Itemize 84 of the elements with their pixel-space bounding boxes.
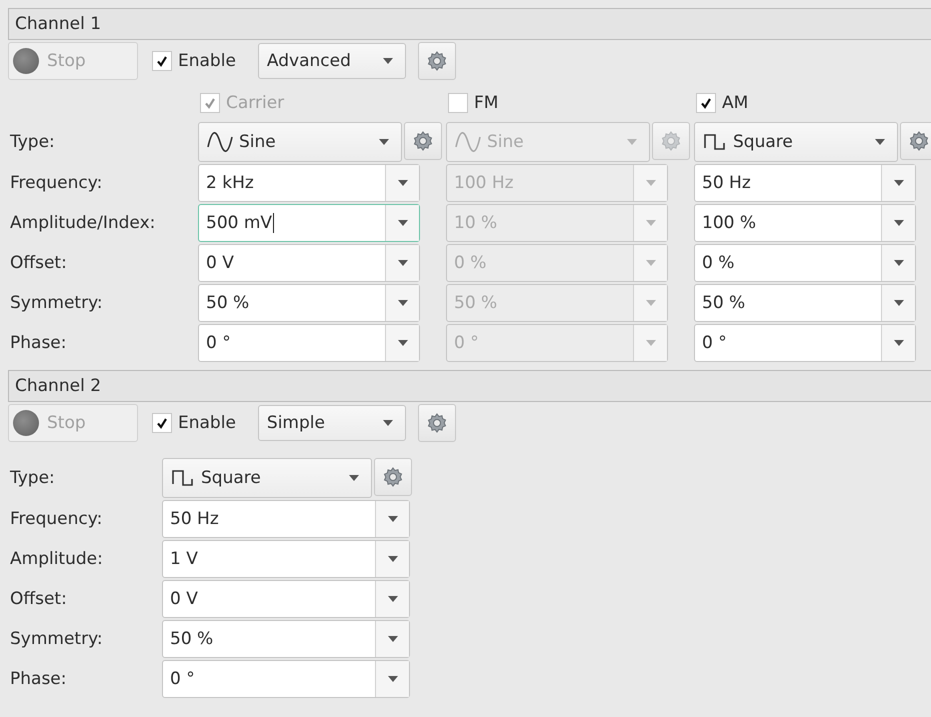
caret-icon — [875, 139, 885, 145]
channel-title: Channel 2 — [8, 370, 931, 402]
caret-icon — [646, 260, 656, 266]
field-label: Offset: — [9, 588, 68, 611]
gear-icon — [383, 467, 403, 487]
channel-title: Channel 1 — [8, 8, 931, 40]
caret-icon — [388, 556, 398, 562]
field-label: Frequency: — [9, 508, 104, 531]
check-icon — [700, 97, 712, 109]
value-combobox[interactable]: 50 % — [694, 284, 916, 322]
settings-button[interactable] — [418, 42, 456, 80]
field-label: Symmetry: — [9, 292, 104, 315]
value-combobox[interactable]: 50 Hz — [694, 164, 916, 202]
caret-icon — [388, 596, 398, 602]
settings-button[interactable] — [404, 122, 442, 160]
field-label: Offset: — [9, 252, 68, 275]
stop-icon — [13, 410, 39, 436]
field-label: Symmetry: — [9, 628, 104, 651]
caret-icon — [646, 220, 656, 226]
gear-icon — [909, 131, 929, 151]
value-combobox[interactable]: 0 % — [694, 244, 916, 282]
caret-icon — [894, 340, 904, 346]
caret-icon — [398, 300, 408, 306]
caret-icon — [398, 220, 408, 226]
stop-icon — [13, 48, 39, 74]
mode-dropdown[interactable]: Simple — [258, 405, 406, 441]
value-combobox[interactable]: 0 ° — [694, 324, 916, 362]
check-icon — [156, 417, 168, 429]
caret-icon — [379, 139, 389, 145]
settings-button[interactable] — [374, 458, 412, 496]
value-combobox[interactable]: 100 % — [694, 204, 916, 242]
check-icon — [156, 55, 168, 67]
caret-icon — [894, 300, 904, 306]
caret-icon — [894, 220, 904, 226]
enable-checkbox[interactable]: Enable — [150, 51, 238, 71]
value-combobox[interactable]: 0 V — [162, 580, 410, 618]
gear-icon — [661, 131, 681, 151]
value-combobox[interactable]: 50 Hz — [162, 500, 410, 538]
type-dropdown[interactable]: Square — [694, 122, 898, 162]
caret-icon — [398, 340, 408, 346]
square-wave-icon — [703, 132, 727, 152]
caret-icon — [398, 260, 408, 266]
field-label: Phase: — [9, 668, 68, 691]
field-label: Frequency: — [9, 172, 104, 195]
caret-icon — [388, 636, 398, 642]
caret-icon — [894, 260, 904, 266]
caret-icon — [349, 475, 359, 481]
value-combobox[interactable]: 500 mV — [198, 204, 420, 242]
caret-icon — [382, 58, 393, 64]
type-dropdown[interactable]: Sine — [198, 122, 402, 162]
value-combobox[interactable]: 0 ° — [162, 660, 410, 698]
column-checkbox[interactable]: AM — [694, 93, 750, 113]
field-label: Amplitude/Index: — [9, 212, 156, 235]
caret-icon — [646, 300, 656, 306]
field-label: Type: — [9, 131, 56, 154]
caret-icon — [398, 180, 408, 186]
caret-icon — [382, 420, 393, 426]
type-dropdown[interactable]: Square — [162, 458, 372, 498]
value-combobox[interactable]: 50 % — [162, 620, 410, 658]
settings-button[interactable] — [900, 122, 931, 160]
square-wave-icon — [171, 468, 195, 488]
mode-dropdown[interactable]: Advanced — [258, 43, 406, 79]
value-combobox[interactable]: 0 V — [198, 244, 420, 282]
caret-icon — [646, 340, 656, 346]
field-label: Amplitude: — [9, 548, 104, 571]
value-combobox[interactable]: 1 V — [162, 540, 410, 578]
value-combobox[interactable]: 0 ° — [198, 324, 420, 362]
caret-icon — [894, 180, 904, 186]
caret-icon — [388, 516, 398, 522]
sine-wave-icon — [207, 132, 233, 152]
check-icon — [204, 97, 216, 109]
gear-icon — [413, 131, 433, 151]
settings-button[interactable] — [418, 404, 456, 442]
value-combobox[interactable]: 2 kHz — [198, 164, 420, 202]
enable-checkbox[interactable]: Enable — [150, 413, 238, 433]
field-label: Phase: — [9, 332, 68, 355]
caret-icon — [627, 139, 637, 145]
sine-wave-icon — [455, 132, 481, 152]
value-combobox[interactable]: 50 % — [198, 284, 420, 322]
caret-icon — [388, 676, 398, 682]
field-label: Type: — [9, 467, 56, 490]
caret-icon — [646, 180, 656, 186]
gear-icon — [426, 51, 447, 71]
gear-icon — [426, 413, 447, 433]
